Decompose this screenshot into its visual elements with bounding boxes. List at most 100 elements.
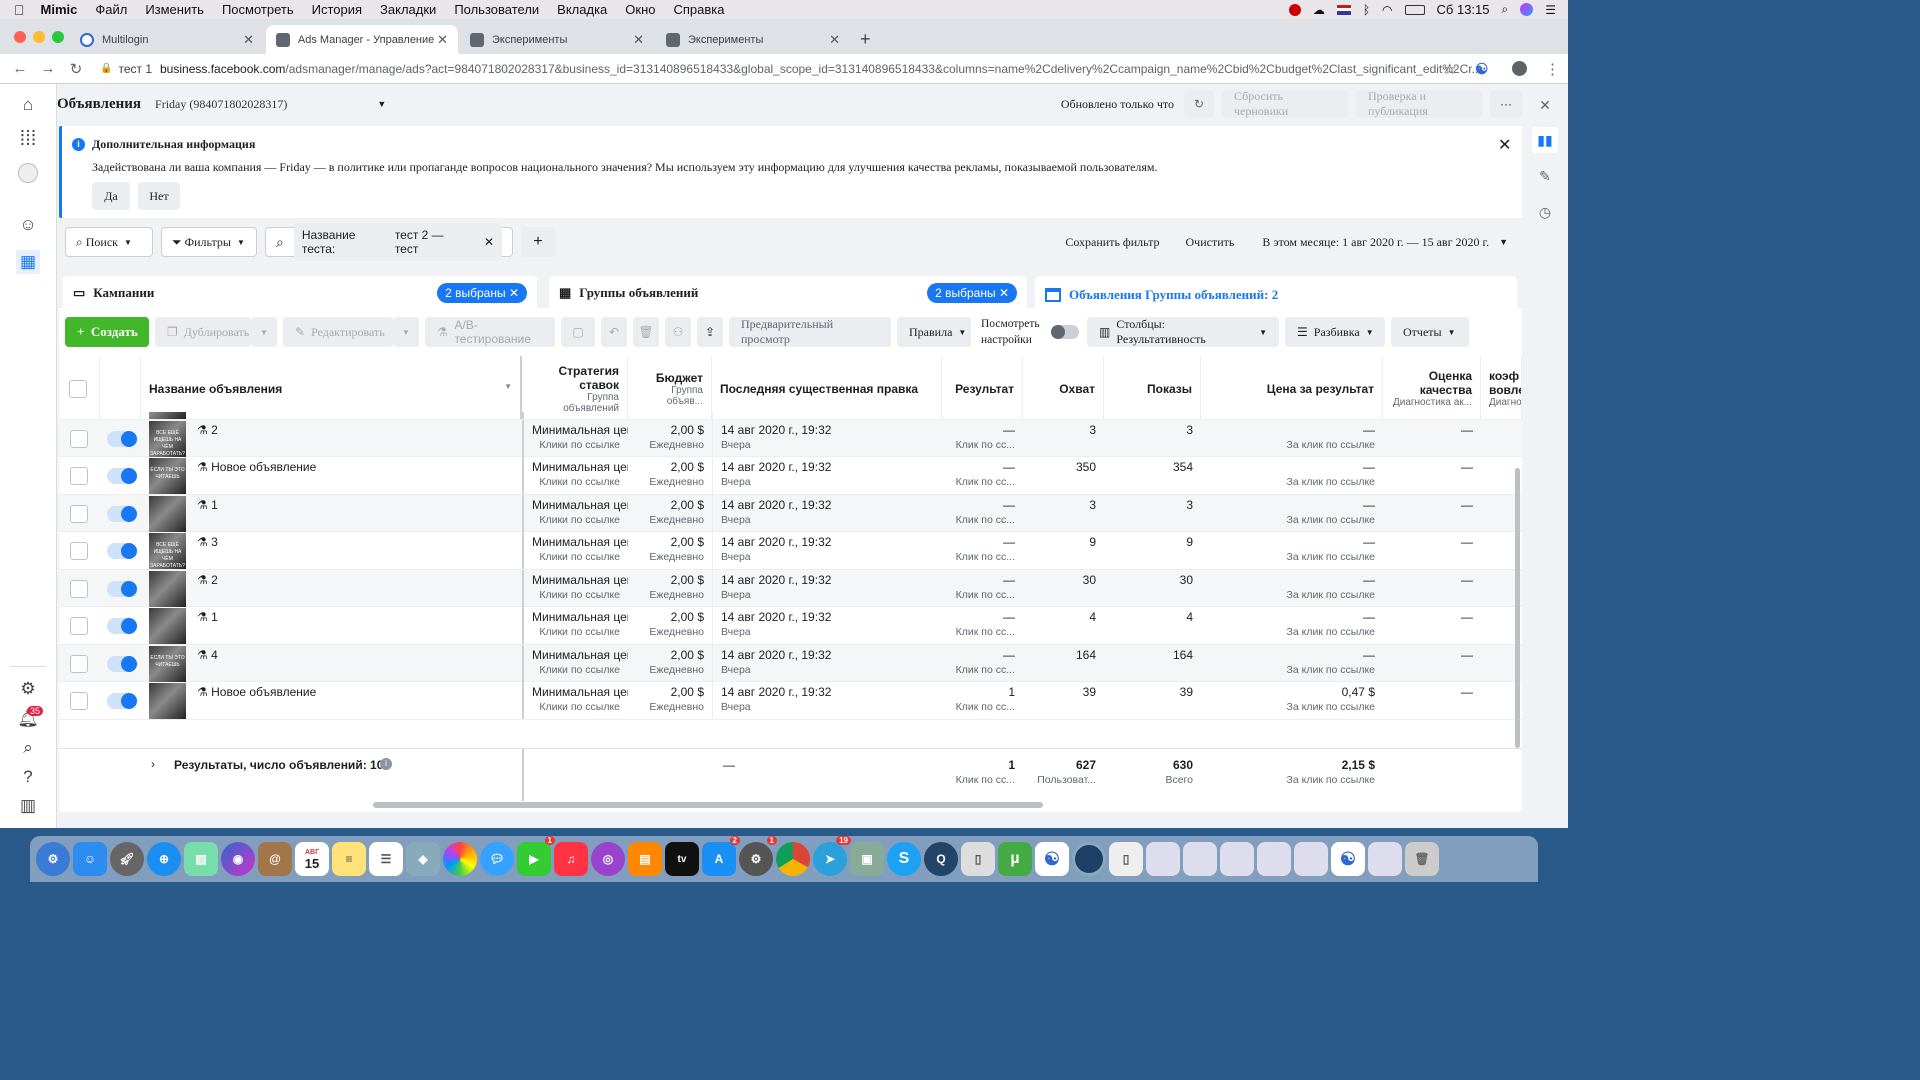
account-avatar-icon[interactable] — [16, 161, 40, 185]
row-checkbox[interactable] — [70, 617, 88, 635]
podcasts-icon[interactable]: ◎ — [591, 842, 625, 876]
forward-arrow-icon[interactable]: → — [34, 60, 62, 77]
ad-name[interactable]: 3 — [211, 535, 218, 549]
bookmark-star-icon[interactable]: ☆ — [1443, 60, 1456, 78]
reminders-icon[interactable]: ☰ — [369, 842, 403, 876]
reports-button[interactable]: Отчеты ▼ — [1391, 317, 1469, 347]
apple-tv-icon[interactable]: tv — [665, 842, 699, 876]
menu-edit[interactable]: Изменить — [145, 2, 204, 17]
yes-button[interactable]: Да — [92, 182, 130, 210]
export-icon[interactable]: ⇪ — [697, 317, 723, 347]
filters-button[interactable]: ⏷ Фильтры ▼ — [161, 227, 257, 257]
maps-icon[interactable]: ◈ — [406, 842, 440, 876]
tab-campaigns[interactable]: ▭ Кампании 2 выбраны ✕ — [63, 276, 537, 310]
edit-button[interactable]: ✎ Редактировать — [283, 317, 393, 347]
settings-gear-icon[interactable]: ⚙ — [16, 677, 40, 701]
close-icon[interactable]: ✕ — [1532, 92, 1558, 118]
kebab-menu-icon[interactable]: ⋮ — [1545, 60, 1560, 78]
ad-thumbnail[interactable] — [149, 495, 186, 532]
chevron-down-icon[interactable]: ▼ — [377, 99, 386, 109]
ad-name[interactable]: 2 — [211, 573, 218, 587]
table-row[interactable]: ЕСЛИ ТЫ ЭТО ЧИТАЕШЬ ⚗ Новое объявление Мин… — [59, 457, 1522, 495]
search-button[interactable]: ⌕ Поиск ▼ — [65, 227, 153, 257]
menu-window[interactable]: Окно — [625, 2, 655, 17]
filter-chip[interactable]: Название теста: тест 2 — тест ✕ — [293, 223, 502, 261]
view-settings-toggle[interactable] — [1051, 325, 1079, 339]
row-toggle[interactable] — [107, 468, 137, 484]
multilogin-extension-icon[interactable]: ☯ — [1475, 60, 1488, 78]
table-row[interactable]: ВСЕ ЕЩЁ ИЩЕШЬ НА ЧЁМ ЗАРАБОТАТЬ? ⚗ 2 Миним… — [59, 419, 1522, 457]
edit-dropdown[interactable]: ▼ — [393, 317, 419, 347]
safari-icon[interactable]: ⊕ — [147, 842, 181, 876]
date-range-selector[interactable]: В этом месяце: 1 авг 2020 г. — 15 авг 20… — [1262, 235, 1489, 250]
close-icon[interactable]: ✕ — [1498, 135, 1511, 155]
horizontal-scrollbar[interactable] — [373, 802, 1043, 808]
row-toggle[interactable] — [107, 430, 137, 447]
window-close-button[interactable] — [14, 31, 26, 43]
save-filter-link[interactable]: Сохранить фильтр — [1065, 235, 1159, 250]
preview-icon[interactable]: ▨ — [184, 842, 218, 876]
ad-thumbnail[interactable] — [149, 608, 186, 644]
ad-thumbnail[interactable]: ЕСЛИ ТЫ ЭТО ЧИТАЕШЬ — [149, 645, 186, 682]
columns-button[interactable]: ▥ Столбцы: Результативность ▼ — [1087, 317, 1279, 347]
screenshot-icon[interactable]: ▣ — [850, 842, 884, 876]
close-icon[interactable]: ✕ — [829, 32, 840, 48]
control-center-icon[interactable]: ☰ — [1545, 3, 1556, 17]
multilogin-dock-icon[interactable]: ☯ — [1035, 842, 1069, 876]
help-icon[interactable]: ? — [16, 765, 40, 789]
table-row[interactable]: ⚗ 2Минимальная ценаКлики по ссылке2,00 $… — [59, 569, 1522, 607]
close-icon[interactable]: ✕ — [633, 32, 644, 48]
row-checkbox[interactable] — [70, 504, 88, 523]
menu-view[interactable]: Посмотреть — [222, 2, 294, 17]
sort-icon[interactable]: ▼ — [504, 382, 512, 391]
review-publish-button[interactable]: Проверка и публикация — [1356, 89, 1482, 118]
quicktime-icon[interactable]: Q — [924, 842, 958, 876]
row-toggle[interactable] — [107, 693, 137, 709]
ad-name[interactable]: Новое объявление — [211, 685, 316, 699]
system-settings-icon[interactable]: ⚙ 1 — [739, 836, 777, 876]
ad-name-cell[interactable]: ⚗ 1 — [189, 607, 522, 644]
facetime-icon[interactable]: ▶ 1 — [517, 836, 555, 876]
no-button[interactable]: Нет — [138, 182, 180, 210]
campaigns-selected-badge[interactable]: 2 выбраны ✕ — [437, 283, 527, 303]
info-icon[interactable]: i — [380, 758, 392, 770]
preview-button[interactable]: Предварительный просмотр — [729, 317, 891, 347]
row-toggle[interactable] — [107, 580, 137, 597]
ad-thumbnail[interactable]: ЕСЛИ ТЫ ЭТО ЧИТАЕШЬ — [149, 458, 186, 494]
close-icon[interactable]: ✕ — [484, 235, 494, 249]
ad-name[interactable]: 4 — [211, 648, 218, 662]
music-icon[interactable]: ♫ — [554, 842, 588, 876]
panel-toggle-icon[interactable]: ▥ — [16, 794, 40, 818]
row-toggle[interactable] — [107, 655, 137, 672]
row-checkbox[interactable] — [70, 467, 88, 485]
tab-ads-manager[interactable]: Ads Manager - Управление рек✕ — [266, 25, 458, 54]
document-icon[interactable]: ▯ — [961, 842, 995, 876]
add-filter-button[interactable]: + — [521, 227, 555, 257]
utorrent-icon[interactable]: µ — [998, 842, 1032, 876]
clock[interactable]: Сб 13:15 — [1437, 2, 1490, 17]
menu-file[interactable]: Файл — [95, 2, 127, 17]
app-name[interactable]: Mimic — [41, 2, 78, 17]
url-field[interactable]: business.facebook.com/adsmanager/manage/… — [160, 62, 1480, 76]
multilogin-dock-icon[interactable]: ☯ — [1331, 842, 1365, 876]
menu-bookmarks[interactable]: Закладки — [380, 2, 436, 17]
siri-icon[interactable] — [1520, 3, 1534, 16]
apple-icon[interactable]:  — [14, 2, 25, 18]
window-thumbnail-icon[interactable] — [1368, 842, 1402, 876]
back-arrow-icon[interactable]: ← — [6, 60, 34, 77]
ad-name[interactable]: 1 — [211, 610, 218, 624]
books-icon[interactable]: ▤ — [628, 842, 662, 876]
row-checkbox[interactable] — [70, 542, 88, 560]
ad-name-cell[interactable]: ⚗ 3 — [189, 412, 522, 419]
contacts-icon[interactable]: @ — [258, 842, 292, 876]
table-row[interactable]: ⚗ Новое объявлениеМинимальная ценаКлики … — [59, 682, 1522, 720]
window-thumbnail-icon[interactable] — [1220, 842, 1254, 876]
adsets-selected-badge[interactable]: 2 выбраны ✕ — [927, 283, 1017, 303]
search-icon[interactable]: ⌕ — [16, 736, 40, 760]
delete-draft-button[interactable]: ▢ — [561, 317, 595, 347]
table-row[interactable]: ⚗ 3Минимальная ценаКлики по ссылке2,00 $… — [59, 412, 1522, 420]
messages-icon[interactable]: 💬︎ — [480, 842, 514, 876]
ad-name[interactable]: 1 — [211, 498, 218, 512]
chrome-icon[interactable] — [776, 842, 810, 876]
row-checkbox[interactable] — [70, 579, 88, 598]
